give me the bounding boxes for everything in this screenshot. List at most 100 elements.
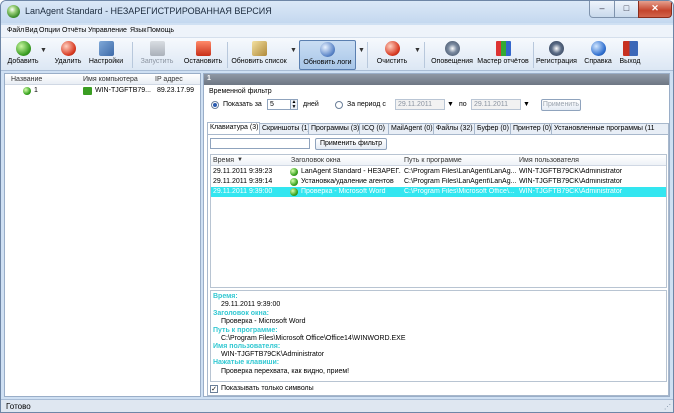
title-bar: LanAgent Standard - НЕЗАРЕГИСТРИРОВАННАЯ… [1,1,673,23]
to-label: по [459,101,467,108]
minimize-button[interactable]: – [589,1,615,18]
column-ip-address[interactable]: IP адрес [155,76,183,83]
alerts-icon [444,41,460,56]
date-to-dropdown[interactable]: ▼ [523,101,530,108]
toolbar-separator [367,42,368,68]
days-input[interactable]: 5 [267,99,291,110]
log-tabs: Клавиатура (3) Скриншоты (1) Программы (… [207,122,669,134]
alerts-button[interactable]: Оповещения [429,40,475,70]
refresh-logs-dropdown[interactable]: ▼ [358,47,365,54]
grid-header: Время ▼ Заголовок окна Путь к программе … [211,155,666,166]
detail-path-label: Путь к программе: [213,327,278,334]
apply-button[interactable]: Применить [541,99,581,111]
table-row[interactable]: 29.11.2011 9:39:23 LanAgent Standard - Н… [211,167,666,177]
refresh-list-icon [251,41,267,56]
menu-view[interactable]: Вид [25,27,38,34]
row-status-icon [290,188,298,196]
row-status-icon [290,178,298,186]
agent-row[interactable]: 1 WIN-TJGFTB79... 89.23.17.99 [5,86,200,96]
row-status-icon [290,168,298,176]
add-dropdown[interactable]: ▼ [40,47,47,54]
refresh-list-button[interactable]: Обновить список [230,40,288,70]
row-path: C:\Program Files\LanAgent\LanAg... [404,178,516,185]
menu-help[interactable]: Помощь [147,27,174,34]
refresh-list-dropdown[interactable]: ▼ [290,47,297,54]
show-symbols-label: Показывать только символы [221,385,314,392]
main-toolbar: Добавить ▼ Удалить Настройки Запустить О… [1,38,673,71]
detail-path-value: C:\Program Files\Microsoft Office\Office… [221,335,406,342]
keyboard-tab-panel: Применить фильтр Время ▼ Заголовок окна … [207,134,669,396]
tab-programs[interactable]: Программы (3) [308,123,360,134]
stop-button[interactable]: Остановить [181,40,225,70]
row-time: 29.11.2011 9:39:14 [213,178,273,185]
detail-keys-label: Нажатые клавиши: [213,359,280,366]
column-user-name[interactable]: Имя пользователя [519,157,579,164]
period-radio[interactable] [335,101,343,109]
menu-manage[interactable]: Управление [88,27,127,34]
show-for-label: Показать за [223,101,262,108]
row-time: 29.11.2011 9:39:23 [213,168,273,175]
menu-reports[interactable]: Отчёты [62,27,86,34]
column-window-title[interactable]: Заголовок окна [291,157,341,164]
column-program-path[interactable]: Путь к программе [404,157,462,164]
help-button[interactable]: Справка [580,40,616,70]
tab-printer[interactable]: Принтер (0) [510,123,552,134]
toolbar-separator [533,42,534,68]
date-from-dropdown[interactable]: ▼ [447,101,454,108]
sort-down-icon: ▼ [237,157,243,163]
tab-screenshots[interactable]: Скриншоты (1) [259,123,309,134]
add-button[interactable]: Добавить [6,40,40,70]
refresh-logs-button[interactable]: Обновить логи [299,40,356,70]
apply-filter-button[interactable]: Применить фильтр [315,138,387,150]
status-bar: Готово ⋰ [1,399,673,412]
period-from-label: За период с [347,101,386,108]
show-for-radio[interactable] [211,101,219,109]
date-from-input[interactable]: 29.11.2011 [395,99,445,110]
tab-installed-programs[interactable]: Установленные программы (11 [551,123,669,134]
reports-wizard-button[interactable]: Мастер отчётов [476,40,530,70]
detail-title-label: Заголовок окна: [213,310,269,317]
reports-wizard-icon [495,41,511,56]
settings-button[interactable]: Настройки [83,40,129,70]
column-name[interactable]: Название [11,76,42,83]
clear-dropdown[interactable]: ▼ [414,47,421,54]
days-spinner[interactable]: ▲ ▼ [290,99,298,110]
settings-icon [98,41,114,56]
menu-options[interactable]: Опции [39,27,60,34]
exit-button[interactable]: Выход [615,40,645,70]
delete-button[interactable]: Удалить [53,40,83,70]
menu-language[interactable]: Язык [130,27,146,34]
column-time[interactable]: Время [213,157,234,164]
resize-grip-icon[interactable]: ⋰ [664,403,671,411]
register-icon [548,41,564,56]
agent-panel-header: 1 [204,74,669,85]
date-to-input[interactable]: 29.11.2011 [471,99,521,110]
tab-mailagent[interactable]: MailAgent (0) [388,123,434,134]
detail-user-value: WIN-TJGFTB79CK\Administrator [221,351,325,358]
toolbar-separator [424,42,425,68]
filter-input[interactable] [210,138,310,149]
tab-files[interactable]: Файлы (32) [433,123,475,134]
agents-list: Название Имя компьютера IP адрес 1 WIN-T… [4,73,201,397]
row-user: WIN-TJGFTB79CK\Administrator [519,188,623,195]
close-button[interactable]: ✕ [638,1,672,18]
tab-clipboard[interactable]: Буфер (0) [474,123,511,134]
row-path: C:\Program Files\LanAgent\LanAg... [404,168,516,175]
column-computer-name[interactable]: Имя компьютера [83,76,138,83]
clear-icon [384,41,400,56]
lanagent-logo-icon [7,5,20,18]
keyboard-log-grid: Время ▼ Заголовок окна Путь к программе … [210,154,667,288]
time-filter-row: Показать за 5 ▲ ▼ дней За период с 29.11.… [209,99,669,111]
tab-icq[interactable]: ICQ (0) [359,123,389,134]
tab-keyboard[interactable]: Клавиатура (3) [207,122,260,134]
detail-time-label: Время: [213,293,238,300]
show-symbols-checkbox[interactable]: ✓ [210,385,218,393]
table-row[interactable]: 29.11.2011 9:39:14 Установка/удаление аг… [211,177,666,187]
register-button[interactable]: Регистрация [536,40,577,70]
table-row-selected[interactable]: 29.11.2011 9:39:00 Проверка - Microsoft … [211,187,666,197]
start-button[interactable]: Запустить [135,40,179,70]
clear-button[interactable]: Очистить [371,40,413,70]
menu-file[interactable]: Файл [7,27,24,34]
row-user: WIN-TJGFTB79CK\Administrator [519,168,623,175]
maximize-button[interactable]: □ [614,1,639,18]
